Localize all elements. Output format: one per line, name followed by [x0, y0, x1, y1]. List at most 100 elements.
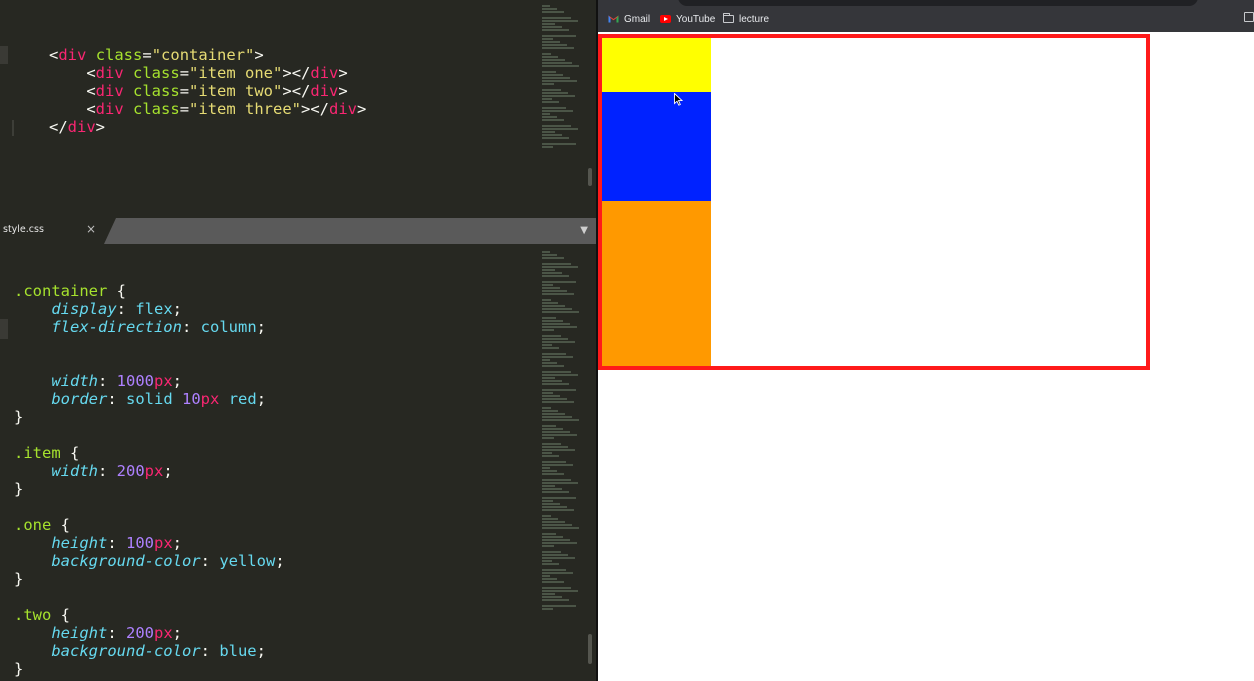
code-token: div	[67, 118, 96, 136]
code-token: px	[154, 624, 173, 642]
code-line[interactable]: background-color: blue;	[14, 642, 285, 660]
code-token: solid	[126, 390, 182, 408]
scrollbar[interactable]	[588, 634, 592, 664]
code-line[interactable]: .container {	[14, 282, 285, 300]
minimap-line	[542, 572, 573, 574]
code-line[interactable]	[14, 336, 285, 354]
code-token: <	[49, 100, 96, 118]
html-code[interactable]: <div class="container"> <div class="item…	[49, 46, 366, 136]
minimap-line	[542, 410, 558, 412]
code-token: :	[107, 390, 126, 408]
item-two	[602, 92, 711, 201]
bookmark-youtube[interactable]: YouTube	[660, 12, 715, 26]
code-line[interactable]: width: 1000px;	[14, 372, 285, 390]
code-line[interactable]: border: solid 10px red;	[14, 390, 285, 408]
minimap-line	[542, 461, 566, 463]
minimap-line	[542, 482, 578, 484]
minimap-line	[542, 26, 562, 28]
minimap-line	[542, 89, 561, 91]
minimap-line	[542, 347, 559, 349]
code-token: ;	[275, 552, 285, 570]
close-icon[interactable]: ×	[86, 222, 96, 236]
code-line[interactable]: display: flex;	[14, 300, 285, 318]
minimap-line	[542, 428, 563, 430]
code-line[interactable]: background-color: yellow;	[14, 552, 285, 570]
code-token: >	[95, 118, 106, 136]
scrollbar[interactable]	[588, 168, 592, 186]
minimap-line	[542, 317, 556, 319]
minimap-line	[542, 95, 575, 97]
minimap-line	[542, 287, 560, 289]
minimap-line	[542, 554, 568, 556]
code-line[interactable]: <div class="container">	[49, 46, 366, 64]
minimap-line	[542, 17, 571, 19]
code-line[interactable]	[14, 588, 285, 606]
tab-style-css[interactable]: style.css ×	[0, 218, 116, 244]
folder-icon	[723, 13, 734, 23]
css-code[interactable]: .container { display: flex; flex-directi…	[14, 282, 285, 678]
code-token: .two	[14, 606, 52, 624]
code-line[interactable]: .two {	[14, 606, 285, 624]
code-token: ></	[301, 100, 330, 118]
code-line[interactable]: height: 100px;	[14, 534, 285, 552]
code-line[interactable]: }	[14, 480, 285, 498]
minimap-line	[542, 605, 576, 607]
code-token: {	[51, 516, 70, 534]
code-line[interactable]: height: 200px;	[14, 624, 285, 642]
minimap-line	[542, 560, 552, 562]
minimap[interactable]	[542, 4, 592, 149]
code-line[interactable]: <div class="item three"></div>	[49, 100, 366, 118]
code-line[interactable]	[14, 498, 285, 516]
reading-list-icon[interactable]	[1244, 12, 1254, 22]
minimap-line	[542, 77, 570, 79]
code-line[interactable]: }	[14, 408, 285, 426]
minimap-line	[542, 323, 570, 325]
minimap-line	[542, 47, 574, 49]
code-line[interactable]	[14, 354, 285, 372]
code-editor[interactable]: <div class="container"> <div class="item…	[0, 0, 596, 681]
css-editor-pane[interactable]: .container { display: flex; flex-directi…	[0, 244, 596, 681]
minimap-line	[542, 302, 558, 304]
code-token: ;	[172, 300, 182, 318]
minimap-line	[542, 125, 571, 127]
code-line[interactable]	[14, 426, 285, 444]
code-token: width	[51, 462, 98, 480]
code-line[interactable]: </div>	[49, 118, 366, 136]
minimap-line	[542, 395, 560, 397]
code-token: "item one"	[189, 64, 283, 82]
minimap-line	[542, 53, 551, 55]
code-token: border	[51, 390, 108, 408]
minimap-line	[542, 284, 553, 286]
code-line[interactable]: width: 200px;	[14, 462, 285, 480]
code-token: "item three"	[189, 100, 302, 118]
address-bar[interactable]	[678, 0, 1198, 6]
code-line[interactable]: flex-direction: column;	[14, 318, 285, 336]
html-editor-pane[interactable]: <div class="container"> <div class="item…	[0, 0, 596, 218]
minimap-line	[542, 485, 555, 487]
flex-container	[598, 34, 1150, 370]
chevron-down-icon[interactable]: ▼	[580, 225, 588, 236]
bookmark-lecture[interactable]: lecture	[723, 12, 769, 26]
code-line[interactable]: .one {	[14, 516, 285, 534]
minimap-line	[542, 44, 567, 46]
code-line[interactable]: <div class="item two"></div>	[49, 82, 366, 100]
minimap[interactable]	[542, 250, 592, 611]
code-token: background-color	[51, 642, 201, 660]
code-token: ;	[256, 318, 266, 336]
code-line[interactable]: }	[14, 570, 285, 588]
bookmark-gmail[interactable]: Gmail	[608, 12, 650, 26]
code-token: :	[116, 300, 136, 318]
minimap-line	[542, 539, 570, 541]
code-token: div	[95, 82, 124, 100]
code-line[interactable]: .item {	[14, 444, 285, 462]
minimap-line	[542, 506, 567, 508]
minimap-line	[542, 257, 564, 259]
code-token: px	[200, 390, 220, 408]
minimap-line	[542, 518, 558, 520]
code-line[interactable]: }	[14, 660, 285, 678]
code-line[interactable]: <div class="item one"></div>	[49, 64, 366, 82]
